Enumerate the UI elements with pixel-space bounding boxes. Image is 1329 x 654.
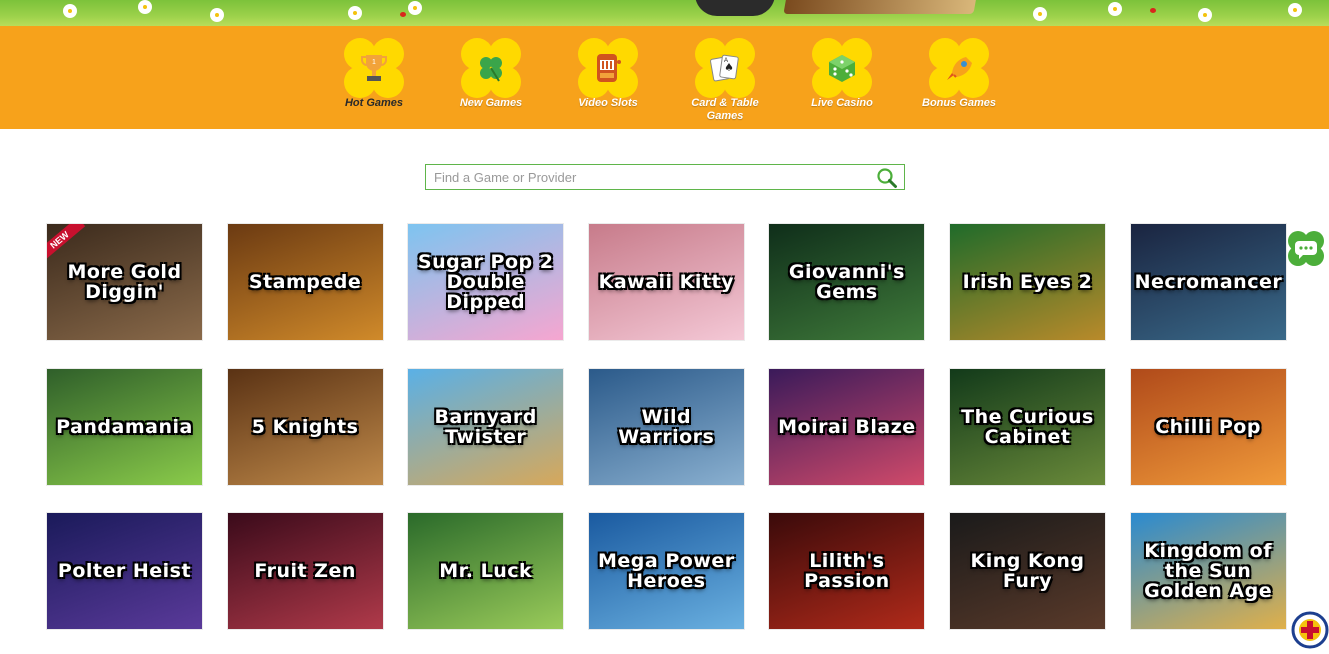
game-title: Kawaii Kitty — [598, 271, 734, 293]
game-title: Pandamania — [56, 415, 193, 438]
category-nav: 1 Hot Games New Games Video Slots ♠ A Card & T… — [0, 26, 1329, 129]
nav-label: New Games — [459, 97, 523, 109]
clover-badge — [812, 38, 872, 98]
rocket-icon — [929, 38, 989, 98]
nav-item-video-slots[interactable]: Video Slots — [560, 38, 656, 110]
playing-cards-icon: ♠ A — [695, 38, 755, 98]
game-tile[interactable]: Wild Warriors — [588, 368, 744, 485]
game-tile[interactable]: Moirai Blaze — [769, 368, 925, 485]
game-title: Sugar Pop 2 Double Dipped — [417, 251, 554, 313]
clover-badge: ♠ A — [695, 38, 755, 98]
top-banner — [0, 0, 1329, 26]
game-title: Mega Power Heroes — [597, 550, 735, 592]
chat-bubble-icon[interactable] — [1285, 228, 1327, 270]
clover-badge: 1 — [344, 38, 404, 98]
game-tile[interactable]: Giovanni's Gems — [769, 224, 925, 340]
dice-icon — [812, 38, 872, 98]
game-tile[interactable]: Kingdom of the Sun Golden Age — [1130, 513, 1286, 629]
game-tile[interactable]: Sugar Pop 2 Double Dipped — [408, 224, 564, 340]
game-title: Lilith's Passion — [804, 550, 890, 592]
nav-item-card-table-games[interactable]: ♠ A Card & Table Games — [677, 38, 773, 123]
daisy-decoration — [65, 6, 75, 16]
trophy-icon: 1 — [344, 38, 404, 98]
nav-label: Video Slots — [578, 97, 638, 109]
game-title: The Curious Cabinet — [961, 405, 1094, 448]
new-badge: NEW — [47, 224, 86, 263]
game-tile[interactable]: Irish Eyes 2 — [950, 224, 1105, 340]
daisy-decoration — [410, 3, 420, 13]
svg-text:1: 1 — [372, 59, 376, 66]
clover-badge — [578, 38, 638, 98]
mascot-decoration — [695, 0, 775, 16]
game-title: Stampede — [248, 271, 362, 293]
game-title: Irish Eyes 2 — [962, 271, 1093, 293]
game-title: King Kong Fury — [970, 550, 1085, 592]
game-title: Fruit Zen — [254, 560, 356, 582]
game-title: Necromancer — [1134, 271, 1283, 293]
nav-item-bonus-games[interactable]: Bonus Games — [911, 38, 1007, 110]
game-tile[interactable]: Mr. Luck — [408, 513, 564, 629]
game-tile[interactable]: Kawaii Kitty — [588, 224, 744, 340]
game-tile[interactable]: Barnyard Twister — [408, 368, 564, 485]
game-tile[interactable]: King Kong Fury — [950, 513, 1105, 629]
game-tile[interactable]: Fruit Zen — [227, 513, 383, 629]
daisy-decoration — [140, 2, 150, 12]
game-tile[interactable]: Necromancer — [1130, 224, 1286, 340]
game-title: 5 Knights — [251, 415, 359, 438]
ladybug-decoration — [1150, 8, 1156, 13]
search-icon[interactable] — [876, 167, 898, 189]
nav-item-new-games[interactable]: New Games — [443, 38, 539, 110]
clover-icon — [461, 38, 521, 98]
game-title: Polter Heist — [57, 560, 192, 582]
nav-label: Card & Table Games — [691, 97, 759, 122]
game-tile[interactable]: Mega Power Heroes — [588, 513, 744, 629]
daisy-decoration — [1200, 10, 1210, 20]
daisy-decoration — [350, 8, 360, 18]
search-input[interactable] — [426, 165, 872, 189]
nav-label: Live Casino — [811, 97, 873, 109]
game-title: More Gold Diggin' — [67, 261, 182, 303]
clover-badge — [461, 38, 521, 98]
game-tile[interactable]: 5 Knights — [227, 368, 383, 485]
game-title: Mr. Luck — [439, 560, 533, 582]
daisy-decoration — [1035, 9, 1045, 19]
nav-label: Hot Games — [344, 97, 404, 109]
slot-machine-icon — [578, 38, 638, 98]
game-tile[interactable]: More Gold Diggin' NEW — [47, 224, 202, 340]
game-tile[interactable]: The Curious Cabinet — [950, 368, 1105, 485]
game-tile[interactable]: Stampede — [227, 224, 383, 340]
game-tile[interactable]: Polter Heist — [47, 513, 202, 629]
game-tile[interactable]: Chilli Pop — [1130, 368, 1286, 485]
clover-badge — [929, 38, 989, 98]
sign-decoration — [783, 0, 977, 14]
svg-text:A: A — [724, 58, 728, 64]
ladybug-decoration — [400, 12, 406, 17]
game-title: Kingdom of the Sun Golden Age — [1144, 540, 1273, 602]
daisy-decoration — [212, 10, 222, 20]
game-tile[interactable]: Lilith's Passion — [769, 513, 925, 629]
daisy-decoration — [1290, 5, 1300, 15]
search-bar — [425, 164, 905, 190]
daisy-decoration — [1110, 4, 1120, 14]
game-title: Barnyard Twister — [434, 405, 537, 448]
game-title: Giovanni's Gems — [788, 261, 905, 303]
game-title: Chilli Pop — [1155, 415, 1261, 438]
game-title: Wild Warriors — [618, 405, 715, 448]
game-title: Moirai Blaze — [778, 415, 916, 438]
game-tile[interactable]: Pandamania — [47, 368, 202, 485]
nav-item-hot-games[interactable]: 1 Hot Games — [326, 38, 422, 110]
nav-item-live-casino[interactable]: Live Casino — [794, 38, 890, 110]
seal-logo-icon[interactable] — [1291, 610, 1329, 649]
nav-label: Bonus Games — [922, 97, 996, 109]
